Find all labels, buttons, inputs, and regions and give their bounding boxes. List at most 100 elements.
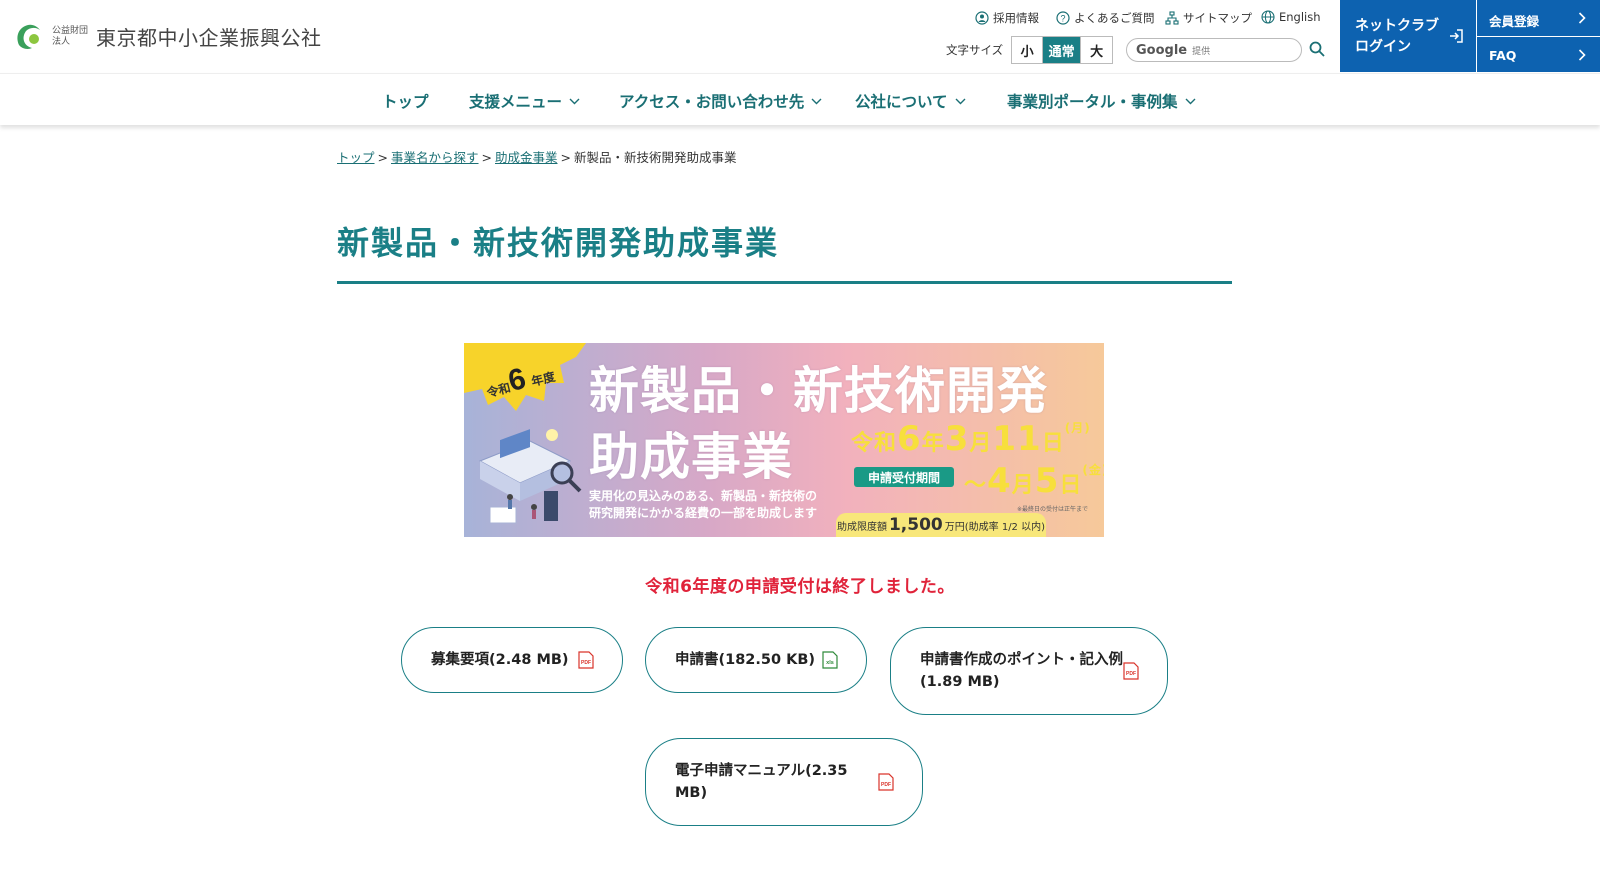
nav-item-label: トップ xyxy=(382,93,429,111)
font-size-label: 文字サイズ xyxy=(946,43,1004,57)
faq-label: FAQ xyxy=(1489,48,1517,63)
pdf-file-icon: PDF xyxy=(878,773,894,791)
chevron-down-icon xyxy=(1185,98,1196,104)
download-label: 募集要項(2.48 MB) xyxy=(431,652,569,668)
faq-button[interactable]: FAQ xyxy=(1477,37,1600,72)
end-tilde: ～ xyxy=(964,473,988,498)
download-label: 申請書(182.50 KB) xyxy=(675,652,816,668)
search-brand-suffix: 提供 xyxy=(1192,46,1211,57)
banner-title-line2: 助成事業 xyxy=(589,428,793,486)
font-size-options: 小 通常 大 xyxy=(1011,36,1114,64)
application-closed-notice: 令和6年度の申請受付は終了しました。 xyxy=(645,577,955,597)
banner-title-line1: 新製品・新技術開発 xyxy=(589,362,1048,420)
banner-subtitle: 実用化の見込みのある、新製品・新技術の 研究開発にかかる経費の一部を助成します xyxy=(589,488,817,522)
chevron-down-icon xyxy=(811,98,822,104)
banner-illustration xyxy=(478,429,582,524)
svg-text:PDF: PDF xyxy=(1126,671,1136,677)
start-year-unit: 年 xyxy=(921,431,945,456)
font-size-small-button[interactable]: 小 xyxy=(1012,37,1044,63)
end-weekday: (金) xyxy=(1082,463,1104,477)
globe-icon xyxy=(1261,10,1275,24)
download-label: 申請書作成のポイント・記入例(1.89 MB) xyxy=(920,652,1123,690)
start-month: 3 xyxy=(944,419,970,459)
user-circle-icon xyxy=(975,11,989,25)
pdf-file-icon: PDF xyxy=(578,651,594,669)
util-link-label: よくあるご質問 xyxy=(1074,11,1155,25)
nav-item-about[interactable]: 公社について xyxy=(855,90,966,112)
sitemap-icon xyxy=(1165,11,1179,25)
netclub-login-button[interactable]: ネットクラブ ログイン xyxy=(1340,0,1476,72)
end-day-unit: 日 xyxy=(1059,473,1083,498)
util-link-english[interactable]: English xyxy=(1261,10,1321,24)
excel-file-icon: xls xyxy=(822,651,838,669)
svg-text:?: ? xyxy=(1060,14,1065,24)
nav-item-access[interactable]: アクセス・お問い合わせ先 xyxy=(619,90,822,112)
member-register-label: 会員登録 xyxy=(1489,14,1540,29)
svg-text:xls: xls xyxy=(826,660,834,666)
breadcrumb-separator: > xyxy=(560,150,571,165)
start-day-unit: 日 xyxy=(1041,431,1065,456)
end-day: 5 xyxy=(1034,461,1060,501)
start-month-unit: 月 xyxy=(969,431,993,456)
search-button[interactable] xyxy=(1308,40,1328,60)
banner-subtitle-line2: 研究開発にかかる経費の一部を助成します xyxy=(589,506,818,520)
login-icon xyxy=(1450,29,1463,43)
breadcrumb-separator: > xyxy=(481,150,492,165)
svg-text:PDF: PDF xyxy=(881,782,891,788)
banner-end-date: ～4月5日(金) xyxy=(964,461,1104,501)
font-size-large-button[interactable]: 大 xyxy=(1081,37,1112,63)
breadcrumb-link-top[interactable]: トップ xyxy=(337,150,375,165)
nav-item-portal[interactable]: 事業別ポータル・事例集 xyxy=(1007,90,1196,112)
logo-org-type: 公益財団法人 xyxy=(52,25,89,47)
site-header: 公益財団法人 東京都中小企業振興公社 採用情報 ? よくあるご質問 サイトマップ… xyxy=(0,0,1600,73)
font-size-control: 文字サイズ 小 通常 大 xyxy=(946,36,1114,64)
util-link-label: 採用情報 xyxy=(993,11,1039,25)
nav-item-label: 事業別ポータル・事例集 xyxy=(1007,93,1178,111)
search-brand: Google xyxy=(1136,42,1188,58)
banner-year-badge: 令和 6 年度 xyxy=(464,343,586,411)
breadcrumb-link-grants[interactable]: 助成金事業 xyxy=(495,150,558,165)
banner-start-date: 令和6年3月11日(月) xyxy=(851,419,1091,459)
chevron-down-icon xyxy=(569,98,580,104)
chevron-right-icon xyxy=(1578,49,1586,61)
nav-item-label: 公社について xyxy=(855,93,948,111)
question-circle-icon: ? xyxy=(1056,11,1070,25)
nav-item-top[interactable]: トップ xyxy=(382,90,429,112)
member-register-button[interactable]: 会員登録 xyxy=(1477,0,1600,36)
nav-item-label: アクセス・お問い合わせ先 xyxy=(619,93,805,111)
breadcrumb-link-search[interactable]: 事業名から探す xyxy=(391,150,479,165)
start-year: 6 xyxy=(897,419,922,459)
breadcrumb-separator: > xyxy=(377,150,388,165)
title-divider xyxy=(337,281,1232,284)
nav-item-support[interactable]: 支援メニュー xyxy=(469,90,580,112)
pdf-file-icon: PDF xyxy=(1123,662,1139,680)
util-link-faq[interactable]: ? よくあるご質問 xyxy=(1056,10,1155,26)
logo-leaf-icon xyxy=(17,24,40,49)
banner-subtitle-line1: 実用化の見込みのある、新製品・新技術の xyxy=(589,489,818,503)
breadcrumb-current: 新製品・新技術開発助成事業 xyxy=(574,150,737,165)
site-logo[interactable]: 公益財団法人 東京都中小企業振興公社 xyxy=(14,22,322,51)
start-day: 11 xyxy=(992,419,1042,459)
download-button-application-form[interactable]: 申請書(182.50 KB) xls xyxy=(645,627,867,693)
limit-suffix: 万円(助成率 1/2 以内) xyxy=(944,521,1046,533)
limit-prefix: 助成限度額 xyxy=(836,521,887,533)
download-button-e-application-manual[interactable]: 電子申請マニュアル(2.35 MB) PDF xyxy=(645,738,923,826)
limit-amount: 1,500 xyxy=(888,515,943,535)
svg-text:PDF: PDF xyxy=(581,660,591,666)
end-month-unit: 月 xyxy=(1011,473,1035,498)
start-era: 令和 xyxy=(851,431,898,456)
search-icon xyxy=(1309,41,1325,57)
breadcrumb: トップ > 事業名から探す > 助成金事業 > 新製品・新技術開発助成事業 xyxy=(337,147,737,166)
program-banner-image: 令和 6 年度 新製品・新技術開発 助成事業 令和6年3月11日(月) 申請受付… xyxy=(464,343,1104,537)
download-button-writing-points[interactable]: 申請書作成のポイント・記入例(1.89 MB) PDF xyxy=(890,627,1168,715)
logo-org-name: 東京都中小企業振興公社 xyxy=(96,26,322,50)
chevron-down-icon xyxy=(955,98,966,104)
util-link-recruit[interactable]: 採用情報 xyxy=(975,10,1039,26)
banner-note: ※最終日の受付は正午まで xyxy=(1017,506,1089,513)
search-input[interactable]: Google 提供 xyxy=(1126,38,1302,62)
download-button-guidelines[interactable]: 募集要項(2.48 MB) PDF xyxy=(401,627,623,693)
banner-period-label: 申請受付期間 xyxy=(854,467,954,487)
nav-item-label: 支援メニュー xyxy=(469,93,563,111)
font-size-normal-button[interactable]: 通常 xyxy=(1043,37,1082,63)
util-link-sitemap[interactable]: サイトマップ xyxy=(1165,10,1252,26)
